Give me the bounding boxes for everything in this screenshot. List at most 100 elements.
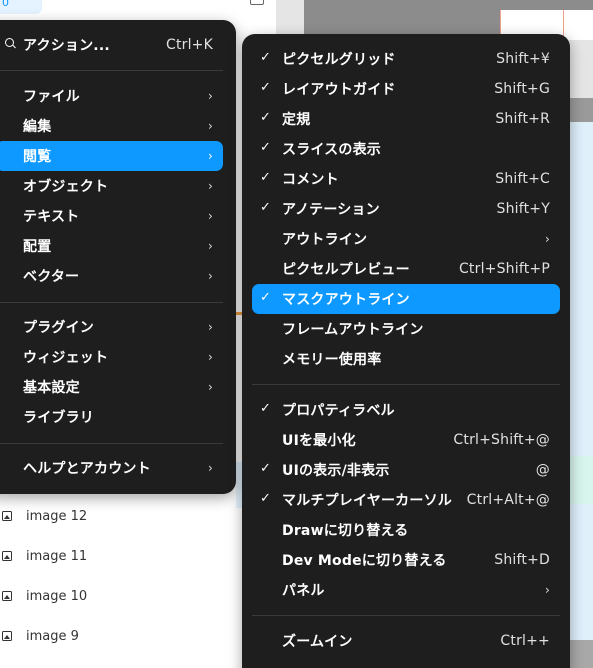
view-item-property-labels[interactable]: ✓ プロパティラベル (252, 395, 560, 425)
menu-item-help-account[interactable]: ヘルプとアカウント › (0, 453, 223, 483)
view-item-memory-usage[interactable]: メモリー使用率 (252, 344, 560, 374)
menu-item-edit[interactable]: 編集 › (0, 111, 223, 141)
checkmark-icon: ✓ (260, 461, 272, 476)
layer-label: image 9 (26, 628, 79, 644)
view-item-switch-to-draw[interactable]: Drawに切り替える (252, 515, 560, 545)
menu-item-label: 編集 (23, 119, 52, 135)
chevron-right-icon: › (208, 269, 213, 283)
menu-item-view[interactable]: 閲覧 › (0, 141, 223, 171)
menu-item-preferences[interactable]: 基本設定 › (0, 372, 223, 402)
menu-separator (0, 70, 223, 71)
view-item-annotations[interactable]: ✓ アノテーション Shift+Y (252, 194, 560, 224)
menu-item-label: スライスの表示 (282, 142, 381, 158)
view-item-show-slices[interactable]: ✓ スライスの表示 (252, 134, 560, 164)
view-item-rulers[interactable]: ✓ 定規 Shift+R (252, 104, 560, 134)
menu-item-arrange[interactable]: 配置 › (0, 231, 223, 261)
top-chip[interactable]: 0 (0, 0, 42, 14)
menu-item-label: 定規 (282, 112, 311, 128)
menu-item-label: ズームイン (282, 634, 353, 650)
layer-row-image-9[interactable]: image 9 (0, 624, 240, 648)
menu-item-file[interactable]: ファイル › (0, 81, 223, 111)
view-item-layout-guides[interactable]: ✓ レイアウトガイド Shift+G (252, 74, 560, 104)
chevron-right-icon: › (208, 239, 213, 253)
view-submenu: ✓ ピクセルグリッド Shift+¥ ✓ レイアウトガイド Shift+G ✓ … (242, 34, 570, 668)
search-icon (5, 38, 14, 47)
actions-search-item[interactable]: アクション... Ctrl+K (0, 30, 223, 60)
chevron-right-icon: › (208, 380, 213, 394)
layer-row-image-10[interactable]: image 10 (0, 584, 240, 608)
chevron-right-icon: › (208, 461, 213, 475)
menu-item-label: アクション... (23, 38, 110, 54)
menu-item-label: ピクセルグリッド (282, 52, 396, 68)
checkmark-icon: ✓ (260, 401, 272, 416)
menu-separator (252, 384, 560, 385)
view-item-minimize-ui[interactable]: UIを最小化 Ctrl+Shift+@ (252, 425, 560, 455)
view-item-outlines[interactable]: アウトライン › (252, 224, 560, 254)
view-item-pixel-preview[interactable]: ピクセルプレビュー Ctrl+Shift+P (252, 254, 560, 284)
layer-row-image-12[interactable]: image 12 (0, 504, 240, 528)
menu-item-label: レイアウトガイド (282, 82, 396, 98)
chevron-right-icon: › (208, 209, 213, 223)
image-icon (2, 551, 12, 561)
menu-item-label: コメント (282, 172, 339, 188)
chevron-right-icon: › (208, 119, 213, 133)
menu-item-shortcut: Ctrl+Shift+@ (453, 432, 550, 448)
checkmark-icon: ✓ (260, 110, 272, 125)
view-item-panels[interactable]: パネル › (252, 575, 560, 605)
menu-item-label: 基本設定 (23, 380, 80, 396)
view-item-zoom-in[interactable]: ズームイン Ctrl++ (252, 626, 560, 656)
image-icon (2, 591, 12, 601)
menu-item-label: Drawに切り替える (282, 523, 409, 539)
menu-item-label: パネル (282, 583, 325, 599)
menu-item-object[interactable]: オブジェクト › (0, 171, 223, 201)
menu-item-label: UIの表示/非表示 (282, 463, 390, 479)
view-item-multiplayer-cursors[interactable]: ✓ マルチプレイヤーカーソル Ctrl+Alt+@ (252, 485, 560, 515)
menu-item-label: ベクター (23, 269, 80, 285)
checkmark-icon: ✓ (260, 200, 272, 215)
chevron-right-icon: › (208, 89, 213, 103)
menu-item-label: マスクアウトライン (282, 292, 410, 308)
layer-row-image-11[interactable]: image 11 (0, 544, 240, 568)
chevron-right-icon: › (208, 350, 213, 364)
layer-label: image 11 (26, 548, 88, 564)
menu-item-label: ファイル (23, 89, 80, 105)
menu-item-shortcut: Shift+G (494, 81, 550, 97)
menu-item-shortcut: Ctrl+Shift+P (458, 261, 550, 277)
menu-item-shortcut: Ctrl+K (165, 37, 213, 53)
menu-item-shortcut: @ (535, 462, 550, 478)
checkmark-icon: ✓ (260, 290, 272, 305)
figma-screen: 0 image 12 image 11 image 10 image 9 アクシ… (0, 0, 593, 668)
layer-label: image 10 (26, 588, 88, 604)
menu-item-label: UIを最小化 (282, 433, 356, 449)
layer-label: image 12 (26, 508, 88, 524)
chevron-right-icon: › (208, 149, 213, 163)
view-item-mask-outlines[interactable]: ✓ マスクアウトライン (252, 284, 560, 314)
image-icon (2, 511, 12, 521)
view-item-pixel-grid[interactable]: ✓ ピクセルグリッド Shift+¥ (252, 44, 560, 74)
menu-item-shortcut: Shift+C (495, 171, 550, 187)
menu-item-text[interactable]: テキスト › (0, 201, 223, 231)
chevron-right-icon: › (208, 320, 213, 334)
menu-item-vector[interactable]: ベクター › (0, 261, 223, 291)
menu-item-label: メモリー使用率 (282, 352, 382, 368)
view-item-switch-to-dev-mode[interactable]: Dev Modeに切り替える Shift+D (252, 545, 560, 575)
view-item-comments[interactable]: ✓ コメント Shift+C (252, 164, 560, 194)
view-item-frame-outlines[interactable]: フレームアウトライン (252, 314, 560, 344)
panel-toggle-icon[interactable] (250, 0, 264, 5)
view-item-toggle-ui[interactable]: ✓ UIの表示/非表示 @ (252, 455, 560, 485)
menu-separator (0, 443, 223, 444)
menu-item-label: マルチプレイヤーカーソル (282, 493, 452, 509)
menu-item-label: オブジェクト (23, 179, 109, 195)
menu-item-plugins[interactable]: プラグイン › (0, 312, 223, 342)
menu-item-label: テキスト (23, 209, 80, 225)
menu-item-libraries[interactable]: ライブラリ (0, 402, 223, 432)
checkmark-icon: ✓ (260, 140, 272, 155)
image-icon (2, 631, 12, 641)
menu-item-widgets[interactable]: ウィジェット › (0, 342, 223, 372)
main-menu: アクション... Ctrl+K ファイル › 編集 › 閲覧 › オブジェクト … (0, 20, 236, 494)
menu-item-label: アウトライン (282, 232, 368, 248)
menu-separator (0, 302, 223, 303)
menu-item-label: アノテーション (282, 202, 380, 218)
menu-item-label: ピクセルプレビュー (282, 262, 410, 278)
menu-item-label: 閲覧 (23, 149, 52, 165)
